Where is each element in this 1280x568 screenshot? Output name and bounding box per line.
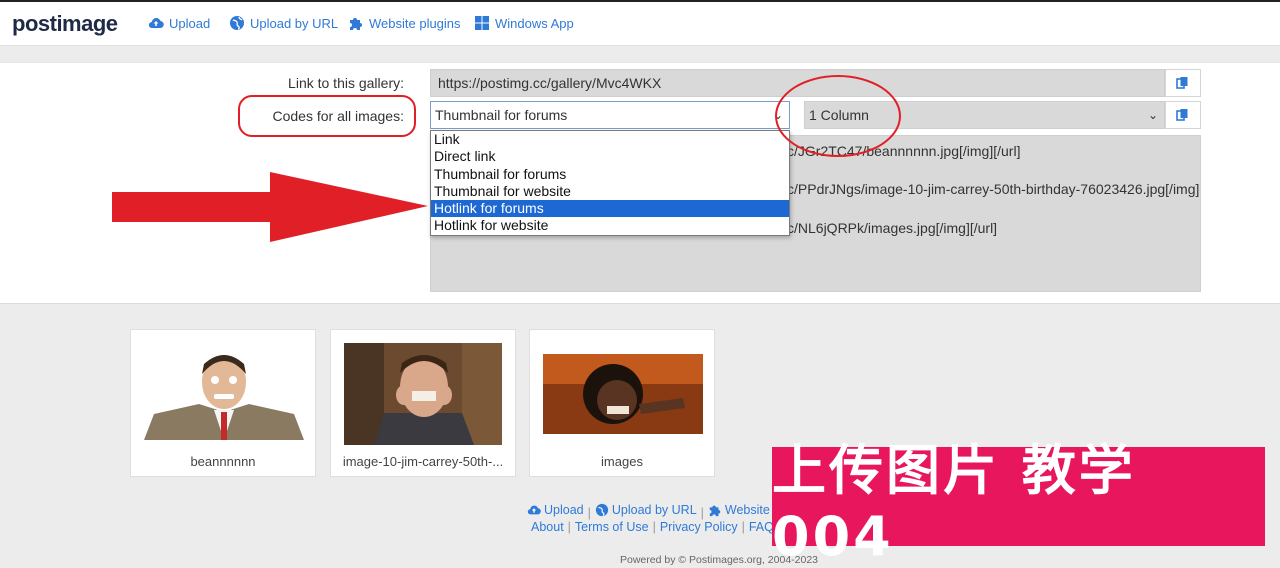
copy-icon (1176, 77, 1188, 89)
footer-faq-link[interactable]: FAQ (749, 520, 774, 534)
thumbnail-card[interactable]: beannnnnn (130, 329, 316, 477)
dropdown-option-direct-link[interactable]: Direct link (431, 148, 789, 165)
cloud-upload-icon (148, 18, 164, 29)
gallery-link-label: Link to this gallery: (288, 75, 404, 91)
copy-gallery-link-button[interactable] (1165, 69, 1201, 97)
footer-terms-link[interactable]: Terms of Use (575, 520, 649, 534)
annotation-arrow-icon (112, 172, 428, 242)
gallery-link-field[interactable]: https://postimg.cc/gallery/Mvc4WKX (430, 69, 1165, 97)
copy-codes-button[interactable] (1165, 101, 1201, 129)
footer-links-row1: Upload | Upload by URL | Website p (527, 503, 780, 520)
thumbnail-caption: image-10-jim-carrey-50th-... (342, 454, 504, 469)
thumbnail-image (144, 344, 304, 440)
puzzle-icon (709, 505, 721, 517)
puzzle-icon (350, 18, 362, 30)
footer-separator: | (741, 520, 745, 534)
footer-upload-label: Upload (544, 503, 584, 517)
footer-separator: | (567, 520, 571, 534)
nav-upload[interactable]: Upload (148, 15, 210, 31)
dropdown-option-hotlink-website[interactable]: Hotlink for website (431, 217, 789, 234)
globe-icon (230, 16, 244, 30)
footer-website-plugins-link[interactable]: Website p (708, 503, 780, 517)
windows-icon (475, 16, 489, 30)
nav-website-plugins[interactable]: Website plugins (348, 15, 461, 31)
code-type-dropdown-list: Link Direct link Thumbnail for forums Th… (430, 130, 790, 236)
tutorial-banner: 上传图片 教学 004 (772, 439, 1265, 568)
footer-separator: | (587, 506, 591, 520)
chevron-down-icon: ⌄ (1147, 108, 1158, 122)
footer-about-link[interactable]: About (531, 520, 564, 534)
copy-icon (1176, 109, 1188, 121)
code-type-select[interactable]: Thumbnail for forums ⌄ (430, 101, 790, 129)
top-navbar: postimage Upload Upload by URL Website p… (0, 0, 1280, 46)
dropdown-option-link[interactable]: Link (431, 131, 789, 148)
footer-privacy-link[interactable]: Privacy Policy (660, 520, 738, 534)
thumbnail-card[interactable]: image-10-jim-carrey-50th-... (330, 329, 516, 477)
footer-upload-by-url-label: Upload by URL (611, 503, 697, 517)
nav-website-plugins-label: Website plugins (369, 15, 461, 31)
footer-separator: | (652, 520, 656, 534)
thumbnail-image (543, 354, 703, 434)
code-line: c/PPdrJNgs/image-10-jim-carrey-50th-birt… (787, 181, 1201, 197)
footer-separator: | (700, 506, 704, 520)
dropdown-option-thumbnail-website[interactable]: Thumbnail for website (431, 183, 789, 200)
thumbnail-caption: beannnnnn (190, 454, 256, 469)
dropdown-option-hotlink-forums[interactable]: Hotlink for forums (431, 200, 789, 218)
dropdown-option-thumbnail-forums[interactable]: Thumbnail for forums (431, 166, 789, 183)
nav-upload-by-url-label: Upload by URL (250, 15, 339, 31)
nav-upload-label: Upload (169, 15, 211, 31)
globe-icon (595, 503, 608, 517)
cloud-upload-icon (527, 505, 541, 515)
nav-windows-app[interactable]: Windows App (474, 15, 574, 31)
footer-upload-by-url-link[interactable]: Upload by URL (595, 503, 697, 517)
thumbnail-caption: images (601, 454, 643, 469)
chevron-down-icon: ⌄ (772, 108, 783, 122)
thumbnail-card[interactable]: images (529, 329, 715, 477)
code-line: c/JGr2TC47/beannnnnn.jpg[/img][/url] (787, 143, 1021, 159)
columns-value: 1 Column (809, 107, 869, 123)
nav-windows-app-label: Windows App (495, 15, 574, 31)
columns-select[interactable]: 1 Column ⌄ (804, 101, 1165, 129)
code-type-value: Thumbnail for forums (435, 107, 568, 123)
site-logo[interactable]: postimage (12, 11, 118, 37)
code-line: c/NL6jQRPk/images.jpg[/img][/url] (787, 220, 998, 236)
footer-upload-link[interactable]: Upload (527, 503, 584, 517)
thumbnail-image (344, 343, 502, 445)
footer-links-row2: About|Terms of Use|Privacy Policy|FAQ| (531, 520, 785, 534)
codes-label: Codes for all images: (272, 108, 404, 124)
nav-upload-by-url[interactable]: Upload by URL (229, 15, 338, 31)
